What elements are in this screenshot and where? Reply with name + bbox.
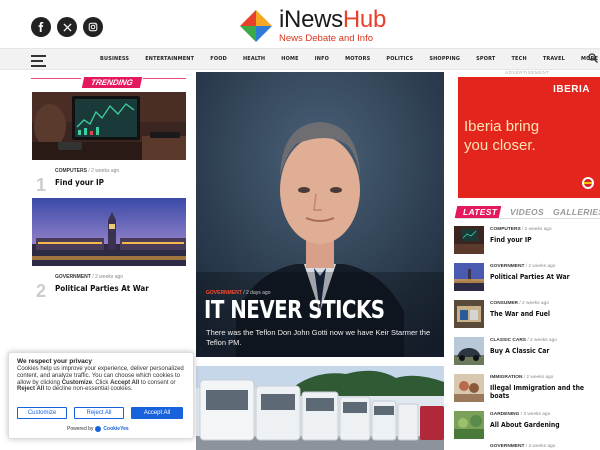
trending-card-2-meta: GOVERNMENT / 2 weeks ago (55, 274, 124, 280)
sidebar-article-3-title[interactable]: The War and Fuel (490, 310, 600, 318)
trending-card-2-image[interactable] (32, 198, 186, 266)
nav-item-7[interactable]: POLITICS (386, 56, 413, 62)
tab-videos[interactable]: VIDEOS (510, 207, 544, 217)
nav-item-0[interactable]: BUSINESS (100, 56, 129, 62)
iberia-advertisement[interactable]: IBERIA Iberia bring you closer. (458, 77, 600, 198)
cookie-body: Cookies help us improve your experience,… (17, 366, 184, 393)
sidebar-article-6-title[interactable]: All About Gardening (490, 421, 600, 429)
cookie-title: We respect your privacy (17, 358, 93, 365)
sidebar-article-7[interactable]: GOVERNMENT / 3 weeks ago (454, 444, 600, 450)
trending-card-2-number: 2 (36, 281, 47, 301)
sidebar-tabs: LATEST VIDEOS GALLERIES (454, 206, 600, 219)
sidebar-article-2-thumb (454, 263, 484, 291)
trucks-article-image[interactable] (196, 366, 444, 450)
sidebar-article-1-thumb (454, 226, 484, 254)
nav-item-9[interactable]: SPORT (476, 56, 495, 62)
ad-globe-icon (582, 177, 594, 189)
sidebar-article-4-title[interactable]: Buy A Classic Car (490, 347, 600, 355)
nav-item-1[interactable]: ENTERTAINMENT (145, 56, 194, 62)
advertisement-label: ADVERTISEMENT (505, 70, 550, 75)
x-twitter-icon[interactable] (57, 17, 77, 37)
nav-item-2[interactable]: FOOD (210, 56, 227, 62)
ad-slogan: Iberia bring you closer. (464, 118, 540, 154)
tab-galleries[interactable]: GALLERIES (553, 207, 600, 217)
sidebar-article-5-thumb (454, 374, 484, 402)
trending-card-2-title[interactable]: Political Parties At War (55, 284, 149, 293)
cookieyes-logo-icon (95, 426, 102, 432)
hero-subtitle: There was the Teflon Don John Gotti now … (206, 328, 431, 347)
nav-item-3[interactable]: HEALTH (243, 56, 265, 62)
logo-tagline: News Debate and Info (279, 33, 374, 44)
sidebar-article-3[interactable]: CONSUMER / 2 weeks ago The War and Fuel (454, 300, 600, 336)
cookie-accept-button[interactable]: Accept All (131, 407, 183, 419)
cookie-consent-banner: We respect your privacy Cookies help us … (8, 352, 194, 439)
sidebar-article-1[interactable]: COMPUTERS / 2 weeks ago Find your IP (454, 226, 600, 262)
sidebar-article-2[interactable]: GOVERNMENT / 2 weeks ago Political Parti… (454, 263, 600, 299)
trending-card-1-image[interactable] (32, 92, 186, 160)
nav-item-11[interactable]: TRAVEL (543, 56, 565, 62)
cookie-powered-by[interactable]: Powered by CookieYes (67, 426, 129, 432)
sidebar-article-3-thumb (454, 300, 484, 328)
sidebar-article-4-thumb (454, 337, 484, 365)
nav-item-5[interactable]: INFO (315, 56, 329, 62)
hamburger-menu-icon[interactable] (31, 55, 46, 70)
sidebar-article-6[interactable]: GARDENING / 3 weeks ago All About Garden… (454, 411, 600, 447)
trending-card-1-number: 1 (36, 175, 47, 195)
sidebar-article-6-thumb (454, 411, 484, 439)
logo-mark-icon (240, 10, 272, 42)
sidebar-article-1-title[interactable]: Find your IP (490, 236, 600, 244)
nav-item-8[interactable]: SHOPPING (429, 56, 460, 62)
nav-items: BUSINESS ENTERTAINMENT FOOD HEALTH HOME INFO M… (100, 49, 600, 69)
search-icon[interactable] (588, 53, 598, 63)
trending-card-1-meta: COMPUTERS / 2 weeks ago (55, 168, 120, 174)
sidebar-article-4[interactable]: CLASSIC CARS / 2 weeks ago Buy A Classic… (454, 337, 600, 373)
instagram-icon[interactable] (83, 17, 103, 37)
sidebar-article-5[interactable]: IMMIGRATION / 2 weeks ago Illegal Immigr… (454, 374, 600, 410)
cookie-reject-button[interactable]: Reject All (74, 407, 124, 419)
cookie-customize-button[interactable]: Customize (17, 407, 67, 419)
trending-label: TRENDING (81, 77, 142, 88)
logo-wordmark: iNewsHub (279, 6, 386, 33)
nav-item-6[interactable]: MOTORS (345, 56, 370, 62)
facebook-icon[interactable] (31, 17, 51, 37)
hero-title[interactable]: IT NEVER STICKS (204, 296, 385, 325)
nav-item-10[interactable]: TECH (511, 56, 526, 62)
site-logo[interactable]: iNewsHub News Debate and Info (238, 8, 386, 44)
social-links (31, 17, 103, 37)
main-nav: BUSINESS ENTERTAINMENT FOOD HEALTH HOME INFO M… (0, 48, 600, 70)
hero-article[interactable]: GOVERNMENT / 2 days ago IT NEVER STICKS … (196, 72, 444, 357)
sidebar-article-2-title[interactable]: Political Parties At War (490, 273, 600, 281)
trending-card-1-title[interactable]: Find your IP (55, 178, 104, 187)
ad-brand: IBERIA (553, 84, 590, 95)
tab-latest[interactable]: LATEST (463, 207, 497, 217)
nav-item-4[interactable]: HOME (281, 56, 298, 62)
sidebar-article-5-title[interactable]: Illegal Immigration and the boats (490, 384, 600, 400)
trending-header: TRENDING (31, 72, 186, 90)
